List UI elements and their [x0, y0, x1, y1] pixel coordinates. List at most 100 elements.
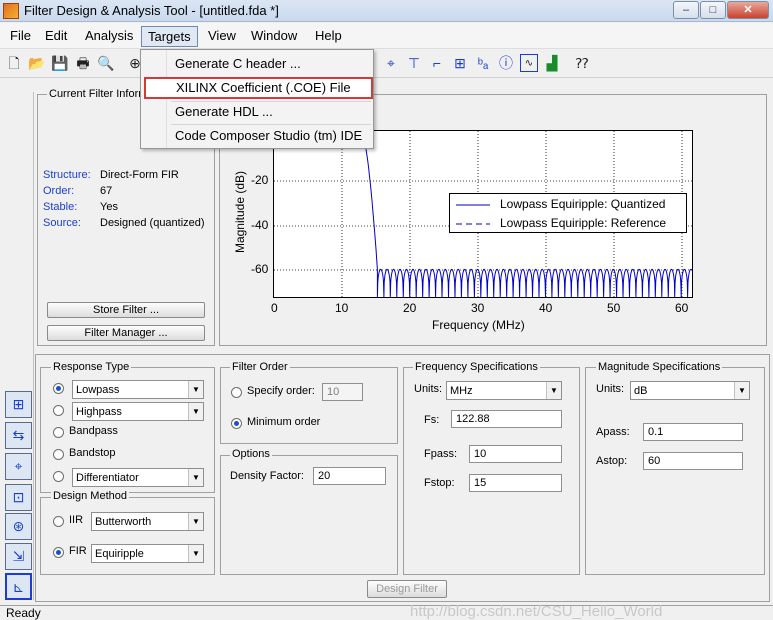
filter-manager-button[interactable]: Filter Manager ... — [47, 325, 205, 341]
pole-zero-icon[interactable]: ⌖ — [382, 54, 400, 72]
apass-label: Apass: — [596, 426, 630, 438]
status-bar: Ready http://blog.csdn.net/CSU_Hello_Wor… — [0, 603, 773, 620]
fs-label: Fs: — [424, 414, 440, 426]
options-title: Options — [230, 448, 272, 460]
step-response-icon[interactable]: ⌐ — [428, 54, 446, 72]
menu-item-code-composer[interactable]: Code Composer Studio (tm) IDE — [142, 125, 372, 147]
menu-targets[interactable]: Targets — [141, 26, 198, 47]
filter-order-title: Filter Order — [230, 361, 290, 373]
highpass-select[interactable]: Highpass ▼ — [72, 402, 204, 421]
design-method-panel — [40, 497, 215, 575]
mag-units-select[interactable]: dB ▼ — [630, 381, 750, 400]
differentiator-radio[interactable] — [53, 471, 64, 482]
menu-item-generate-c-header[interactable]: Generate C header ... — [142, 53, 372, 75]
watermark-text: http://blog.csdn.net/CSU_Hello_World — [410, 603, 663, 620]
chevron-down-icon: ▼ — [188, 469, 203, 486]
specify-order-input[interactable]: 10 — [322, 383, 363, 401]
freq-units-select[interactable]: MHz ▼ — [446, 381, 562, 400]
structure-label: Structure: — [43, 169, 91, 181]
targets-dropdown-menu: Generate C header ... XILINX Coefficient… — [140, 49, 374, 149]
menu-analysis[interactable]: Analysis — [79, 26, 139, 47]
create-multirate-icon[interactable]: ⇆ — [5, 422, 32, 449]
order-value: 67 — [100, 185, 113, 197]
info-icon[interactable]: ⓘ — [497, 54, 515, 72]
design-filter-button[interactable]: Design Filter — [367, 580, 447, 598]
filter-spec-icon[interactable]: ᵇₐ — [474, 54, 492, 72]
iir-label: IIR — [69, 514, 84, 526]
toolbar: 🗋 📂 💾 🖶 🔍 ⊕ ⌖ ⊤ ⌐ ⊞ ᵇₐ ⓘ ∿ ▟ ⁇ — [0, 50, 773, 78]
highpass-radio[interactable] — [53, 405, 64, 416]
source-value: Designed (quantized) — [100, 217, 205, 229]
density-factor-input[interactable]: 20 — [313, 467, 386, 485]
mag-units-label: Units: — [596, 383, 625, 395]
structure-value: Direct-Form FIR — [100, 169, 179, 181]
close-button[interactable]: ✕ — [727, 1, 769, 19]
x-tick-label: 20 — [403, 301, 417, 315]
open-folder-icon[interactable]: 📂 — [28, 54, 46, 72]
magnitude-specs-title: Magnitude Specifications — [596, 361, 723, 373]
import-filter-icon[interactable]: ⊡ — [5, 484, 32, 511]
quantization-icon[interactable]: ⊛ — [5, 513, 32, 540]
fir-radio[interactable] — [53, 547, 64, 558]
fstop-input[interactable]: 15 — [469, 474, 562, 492]
fstop-label: Fstop: — [424, 477, 455, 489]
fpass-input[interactable]: 10 — [469, 445, 562, 463]
print-preview-icon[interactable]: 🔍 — [97, 54, 115, 72]
y-tick-label: -20 — [251, 173, 269, 187]
design-method-title: Design Method — [51, 490, 129, 502]
legend-reference: Lowpass Equiripple: Reference — [500, 216, 667, 230]
fs-input[interactable]: 122.88 — [451, 410, 562, 428]
minimize-button[interactable]: – — [673, 1, 699, 19]
astop-input[interactable]: 60 — [643, 452, 743, 470]
minimum-order-label: Minimum order — [247, 416, 321, 428]
menu-file[interactable]: File — [4, 26, 37, 47]
fpass-label: Fpass: — [424, 448, 458, 460]
title-bar: Filter Design & Analysis Tool - [untitle… — [0, 0, 773, 22]
fir-method-select[interactable]: Equiripple ▼ — [91, 544, 204, 563]
y-tick-label: -40 — [251, 218, 269, 232]
menu-edit[interactable]: Edit — [39, 26, 73, 47]
chevron-down-icon: ▼ — [188, 513, 203, 530]
save-icon[interactable]: 💾 — [51, 54, 69, 72]
specify-order-radio[interactable] — [231, 387, 242, 398]
fir-label: FIR — [69, 545, 87, 557]
full-view-icon[interactable]: ▟ — [543, 54, 561, 72]
impulse-response-icon[interactable]: ⊤ — [405, 54, 423, 72]
maximize-button[interactable]: □ — [700, 1, 726, 19]
menu-help[interactable]: Help — [309, 26, 348, 47]
menu-item-xilinx-coe[interactable]: XILINX Coefficient (.COE) File — [144, 77, 373, 99]
legend-quantized: Lowpass Equiripple: Quantized — [500, 197, 666, 211]
bandpass-radio[interactable] — [53, 427, 64, 438]
freq-units-label: Units: — [414, 383, 443, 395]
lowpass-select[interactable]: Lowpass ▼ — [72, 380, 204, 399]
differentiator-select[interactable]: Differentiator ▼ — [72, 468, 204, 487]
new-file-icon[interactable]: 🗋 — [5, 54, 23, 72]
bandpass-label: Bandpass — [69, 425, 118, 437]
magnitude-response-icon[interactable]: ∿ — [520, 54, 538, 72]
print-icon[interactable]: 🖶 — [74, 54, 92, 72]
x-axis-label: Frequency (MHz) — [432, 318, 525, 332]
x-tick-label: 50 — [607, 301, 621, 315]
transform-filter-icon[interactable]: ⊞ — [5, 391, 32, 418]
realize-model-icon[interactable]: ⇲ — [5, 543, 32, 570]
apass-input[interactable]: 0.1 — [643, 423, 743, 441]
astop-label: Astop: — [596, 455, 628, 467]
iir-radio[interactable] — [53, 516, 64, 527]
y-axis-label: Magnitude (dB) — [233, 170, 247, 254]
store-filter-button[interactable]: Store Filter ... — [47, 302, 205, 318]
minimum-order-radio[interactable] — [231, 418, 242, 429]
density-factor-label: Density Factor: — [230, 470, 304, 482]
menu-item-generate-hdl[interactable]: Generate HDL ... — [142, 101, 372, 123]
iir-method-select[interactable]: Butterworth ▼ — [91, 512, 204, 531]
coefficients-icon[interactable]: ⊞ — [451, 54, 469, 72]
pole-zero-editor-icon[interactable]: ⌖ — [5, 453, 32, 480]
menu-window[interactable]: Window — [245, 26, 303, 47]
whats-this-help-icon[interactable]: ⁇ — [573, 54, 591, 72]
source-label: Source: — [43, 217, 81, 229]
lowpass-radio[interactable] — [53, 383, 64, 394]
bandstop-radio[interactable] — [53, 449, 64, 460]
bandstop-label: Bandstop — [69, 447, 116, 459]
menu-view[interactable]: View — [202, 26, 242, 47]
design-filter-mode-icon[interactable]: ⊾ — [5, 573, 32, 600]
legend-swatches — [456, 204, 490, 225]
